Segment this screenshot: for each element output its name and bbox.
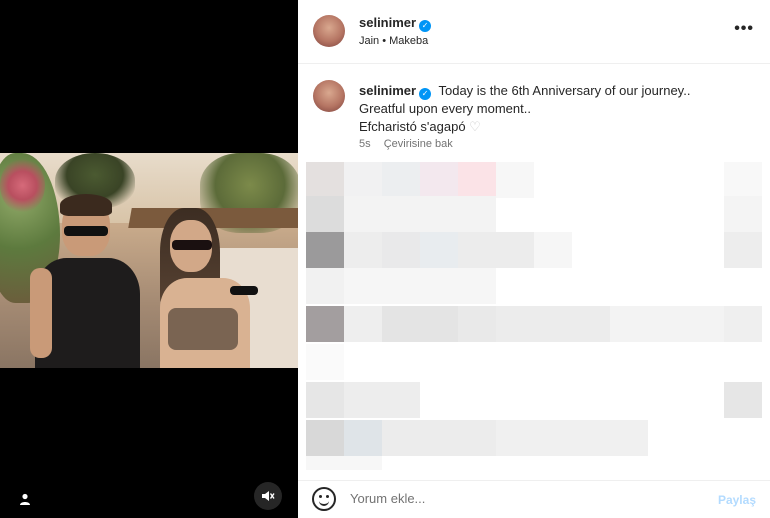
heart-icon[interactable]: ♡ [469,118,483,134]
caption-username[interactable]: selinimer ✓ [359,83,432,100]
speaker-muted-icon[interactable] [254,482,282,510]
post-photo[interactable] [0,153,298,368]
caption-meta: 5s Çevirisine bak [359,138,453,150]
person-left [30,194,145,368]
verified-badge-icon: ✓ [419,88,432,100]
post-time: 5s [359,138,371,150]
user-icon[interactable] [14,488,36,510]
audio-subtitle[interactable]: Jain • Makeba [359,35,428,47]
header-username[interactable]: selinimer ✓ [359,15,432,32]
caption-avatar[interactable] [313,80,345,112]
comment-input[interactable] [350,491,710,506]
avatar[interactable] [313,15,345,47]
media-panel [0,0,298,518]
more-options-button[interactable]: ••• [734,20,754,38]
post-header: selinimer ✓ Jain • Makeba ••• [298,0,770,64]
emoji-icon[interactable] [312,487,336,511]
person-right [150,208,265,368]
post-sidebar: selinimer ✓ Jain • Makeba ••• selinimer ✓ … [298,0,770,518]
caption-text: selinimer ✓ Today is the 6th Anniversary … [359,82,759,136]
translate-link[interactable]: Çevirisine bak [384,138,453,150]
comment-bar: Paylaş [298,480,770,518]
post-comment-button[interactable]: Paylaş [718,493,756,507]
blurred-comments [298,158,770,470]
caption-line-3: Efcharistó s'agapó [359,119,466,134]
caption-line-2: Greatful upon every moment.. [359,101,531,116]
caption-line-1: Today is the 6th Anniversary of our jour… [438,83,691,98]
verified-badge-icon: ✓ [419,20,432,32]
